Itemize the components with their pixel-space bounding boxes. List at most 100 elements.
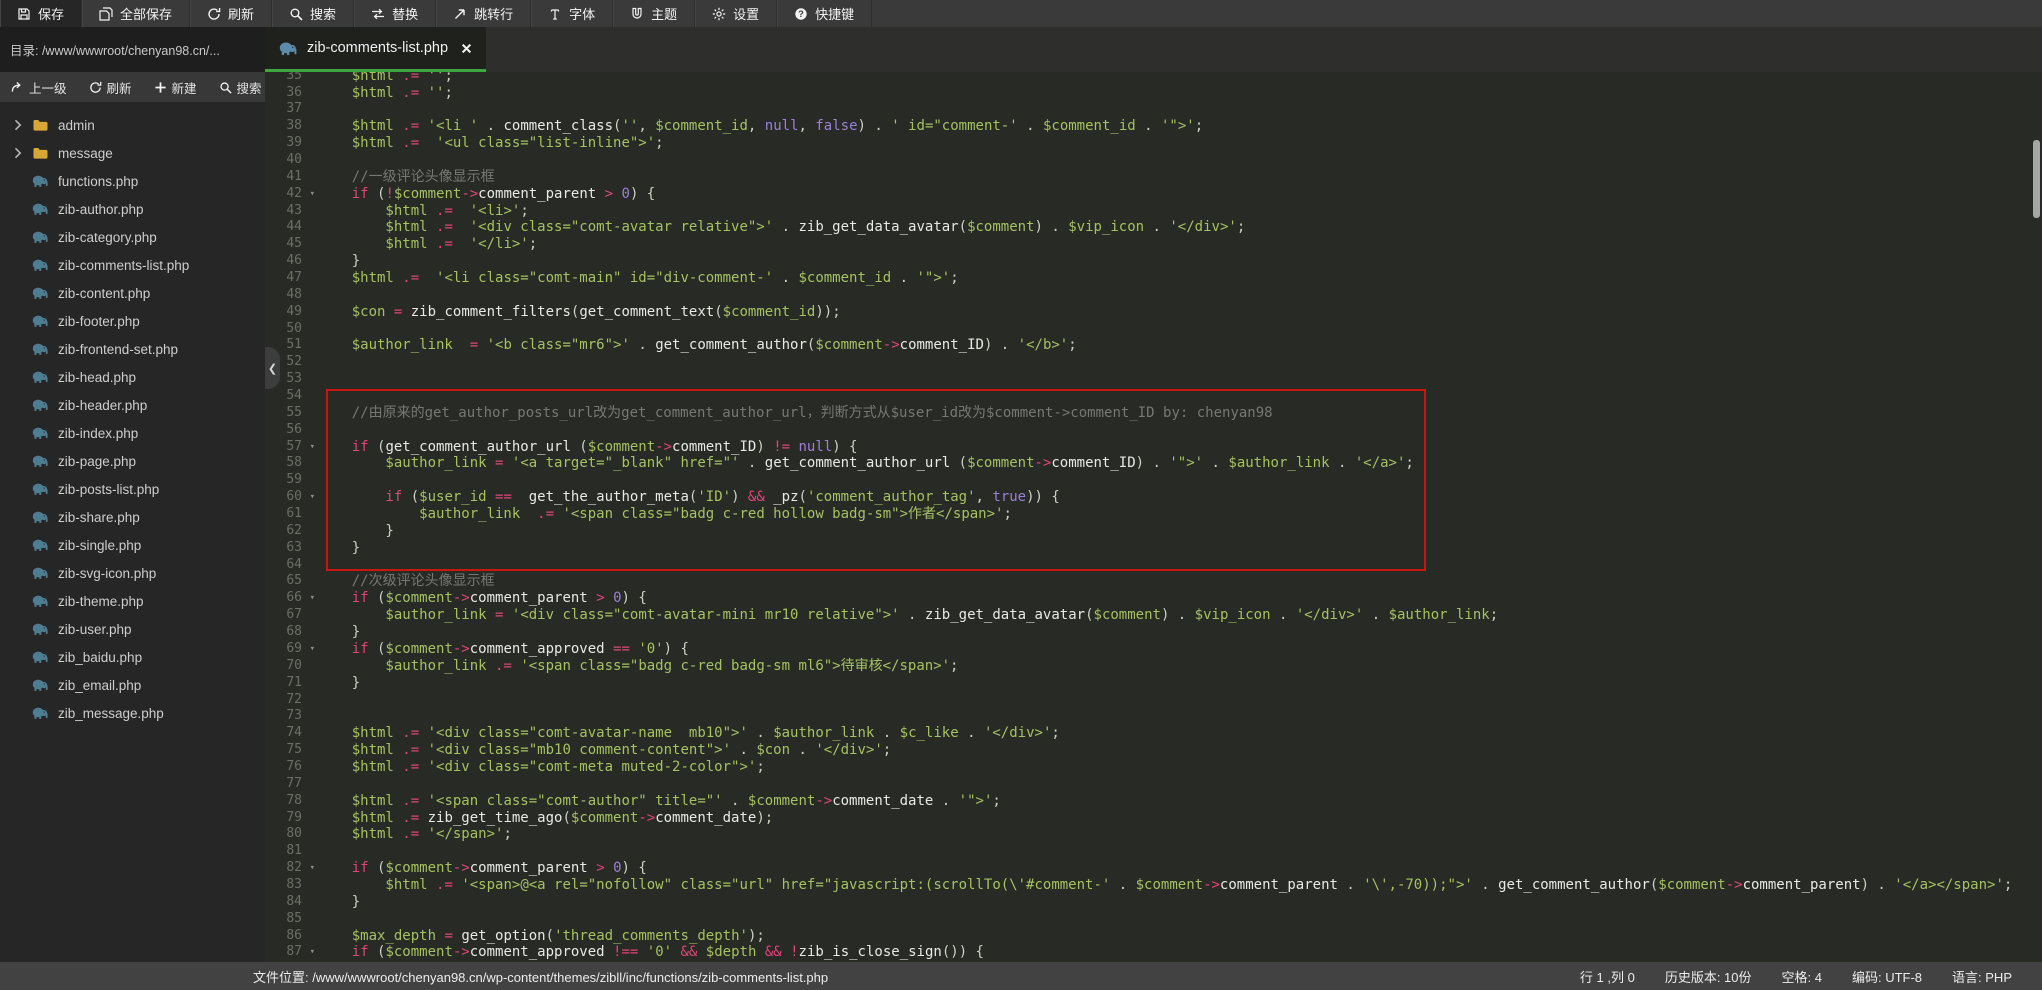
sidebar-item-zib-single-php[interactable]: zib-single.php xyxy=(0,531,265,559)
code-line-79[interactable]: 79 $html .= zib_get_time_ago($comment->c… xyxy=(265,810,2042,827)
code-line-42[interactable]: 42 ▾ if (!$comment->comment_parent > 0) { xyxy=(265,186,2042,203)
code-line-39[interactable]: 39 $html .= '<ul class="list-inline">'; xyxy=(265,135,2042,152)
line-number[interactable]: 61 xyxy=(265,506,318,523)
line-number[interactable]: 58 xyxy=(265,455,318,472)
line-number[interactable]: 60 ▾ xyxy=(265,489,318,506)
code-line-55[interactable]: 55 //由原来的get_author_posts_url改为get_comme… xyxy=(265,405,2042,422)
line-number[interactable]: 42 ▾ xyxy=(265,186,318,203)
fold-arrow-icon[interactable]: ▾ xyxy=(310,944,315,961)
code-line-35[interactable]: 35 $html .= ''; xyxy=(265,72,2042,85)
line-number[interactable]: 39 xyxy=(265,135,318,152)
line-number[interactable]: 83 xyxy=(265,877,318,894)
sidebar-item-zib-frontend-set-php[interactable]: zib-frontend-set.php xyxy=(0,335,265,363)
line-number[interactable]: 76 xyxy=(265,759,318,776)
line-number[interactable]: 73 xyxy=(265,708,318,725)
line-number[interactable]: 79 xyxy=(265,810,318,827)
code-line-57[interactable]: 57 ▾ if (get_comment_author_url ($comment… xyxy=(265,439,2042,456)
line-number[interactable]: 57 ▾ xyxy=(265,439,318,456)
code-line-77[interactable]: 77 xyxy=(265,776,2042,793)
sidebar-action-up-level[interactable]: 上一级 xyxy=(0,78,78,97)
sidebar-item-zib-baidu-php[interactable]: zib_baidu.php xyxy=(0,643,265,671)
line-number[interactable]: 71 xyxy=(265,675,318,692)
code-line-72[interactable]: 72 xyxy=(265,692,2042,709)
toolbar-button-font[interactable]: 字体 xyxy=(531,0,614,27)
line-number[interactable]: 45 xyxy=(265,236,318,253)
code-line-76[interactable]: 76 $html .= '<div class="comt-meta muted… xyxy=(265,759,2042,776)
sidebar-action-refresh[interactable]: 刷新 xyxy=(78,78,143,97)
code-line-86[interactable]: 86 $max_depth = get_option('thread_comme… xyxy=(265,928,2042,945)
line-number[interactable]: 72 xyxy=(265,692,318,709)
code-line-83[interactable]: 83 $html .= '<span>@<a rel="nofollow" cl… xyxy=(265,877,2042,894)
code-line-59[interactable]: 59 xyxy=(265,472,2042,489)
sidebar-item-admin[interactable]: admin xyxy=(0,111,265,139)
line-number[interactable]: 68 xyxy=(265,624,318,641)
line-number[interactable]: 55 xyxy=(265,405,318,422)
code-line-50[interactable]: 50 xyxy=(265,321,2042,338)
line-number[interactable]: 63 xyxy=(265,540,318,557)
line-number[interactable]: 85 xyxy=(265,911,318,928)
sidebar-item-message[interactable]: message xyxy=(0,139,265,167)
line-number[interactable]: 59 xyxy=(265,472,318,489)
sidebar-item-zib-content-php[interactable]: zib-content.php xyxy=(0,279,265,307)
code-line-37[interactable]: 37 xyxy=(265,101,2042,118)
fold-arrow-icon[interactable]: ▾ xyxy=(310,590,315,607)
toolbar-button-save-all[interactable]: 全部保存 xyxy=(82,0,191,27)
code-line-71[interactable]: 71 } xyxy=(265,675,2042,692)
fold-arrow-icon[interactable]: ▾ xyxy=(310,641,315,658)
fold-arrow-icon[interactable]: ▾ xyxy=(310,489,315,506)
code-line-53[interactable]: 53 xyxy=(265,371,2042,388)
line-number[interactable]: 37 xyxy=(265,101,318,118)
sidebar-collapse-handle[interactable]: ❮ xyxy=(265,347,280,389)
code-line-78[interactable]: 78 $html .= '<span class="comt-author" t… xyxy=(265,793,2042,810)
code-line-43[interactable]: 43 $html .= '<li>'; xyxy=(265,203,2042,220)
fold-arrow-icon[interactable]: ▾ xyxy=(310,186,315,203)
code-line-66[interactable]: 66 ▾ if ($comment->comment_parent > 0) { xyxy=(265,590,2042,607)
sidebar-item-zib-email-php[interactable]: zib_email.php xyxy=(0,671,265,699)
fold-arrow-icon[interactable]: ▾ xyxy=(310,439,315,456)
toolbar-button-theme[interactable]: 主题 xyxy=(613,0,696,27)
code-line-56[interactable]: 56 xyxy=(265,422,2042,439)
code-line-60[interactable]: 60 ▾ if ($user_id == get_the_author_meta(… xyxy=(265,489,2042,506)
line-number[interactable]: 77 xyxy=(265,776,318,793)
line-number[interactable]: 86 xyxy=(265,928,318,945)
code-line-84[interactable]: 84 } xyxy=(265,894,2042,911)
sidebar-item-zib-theme-php[interactable]: zib-theme.php xyxy=(0,587,265,615)
line-number[interactable]: 47 xyxy=(265,270,318,287)
line-number[interactable]: 87 ▾ xyxy=(265,944,318,961)
sidebar-item-zib-header-php[interactable]: zib-header.php xyxy=(0,391,265,419)
line-number[interactable]: 75 xyxy=(265,742,318,759)
code-line-63[interactable]: 63 } xyxy=(265,540,2042,557)
code-line-47[interactable]: 47 $html .= '<li class="comt-main" id="d… xyxy=(265,270,2042,287)
line-number[interactable]: 62 xyxy=(265,523,318,540)
code-line-45[interactable]: 45 $html .= '</li>'; xyxy=(265,236,2042,253)
code-line-85[interactable]: 85 xyxy=(265,911,2042,928)
code-line-46[interactable]: 46 } xyxy=(265,253,2042,270)
code-line-67[interactable]: 67 $author_link = '<div class="comt-avat… xyxy=(265,607,2042,624)
line-number[interactable]: 66 ▾ xyxy=(265,590,318,607)
toolbar-button-replace[interactable]: 替换 xyxy=(354,0,437,27)
line-number[interactable]: 50 xyxy=(265,321,318,338)
sidebar-action-search[interactable]: 搜索 xyxy=(208,78,265,97)
sidebar-action-new[interactable]: 新建 xyxy=(143,78,208,97)
code-line-49[interactable]: 49 $con = zib_comment_filters(get_commen… xyxy=(265,304,2042,321)
line-number[interactable]: 70 xyxy=(265,658,318,675)
code-editor[interactable]: 35 $html .= ''; 36 $html .= ''; 37 38 $html… xyxy=(265,72,2042,962)
tab-zib-comments-list-php[interactable]: zib-comments-list.php xyxy=(265,27,487,72)
code-line-82[interactable]: 82 ▾ if ($comment->comment_parent > 0) { xyxy=(265,860,2042,877)
sidebar-item-zib-posts-list-php[interactable]: zib-posts-list.php xyxy=(0,475,265,503)
line-number[interactable]: 65 xyxy=(265,573,318,590)
line-number[interactable]: 36 xyxy=(265,85,318,102)
sidebar-item-zib-svg-icon-php[interactable]: zib-svg-icon.php xyxy=(0,559,265,587)
toolbar-button-goto-line[interactable]: 跳转行 xyxy=(436,0,532,27)
line-number[interactable]: 46 xyxy=(265,253,318,270)
code-line-73[interactable]: 73 xyxy=(265,708,2042,725)
sidebar-item-zib-user-php[interactable]: zib-user.php xyxy=(0,615,265,643)
scrollbar-thumb[interactable] xyxy=(2033,140,2040,218)
sidebar-item-functions-php[interactable]: functions.php xyxy=(0,167,265,195)
code-line-52[interactable]: 52 xyxy=(265,354,2042,371)
code-line-38[interactable]: 38 $html .= '<li ' . comment_class('', $… xyxy=(265,118,2042,135)
line-number[interactable]: 49 xyxy=(265,304,318,321)
toolbar-button-save[interactable]: 保存 xyxy=(0,0,83,27)
line-number[interactable]: 84 xyxy=(265,894,318,911)
toolbar-button-shortcuts[interactable]: ? 快捷键 xyxy=(777,0,873,27)
